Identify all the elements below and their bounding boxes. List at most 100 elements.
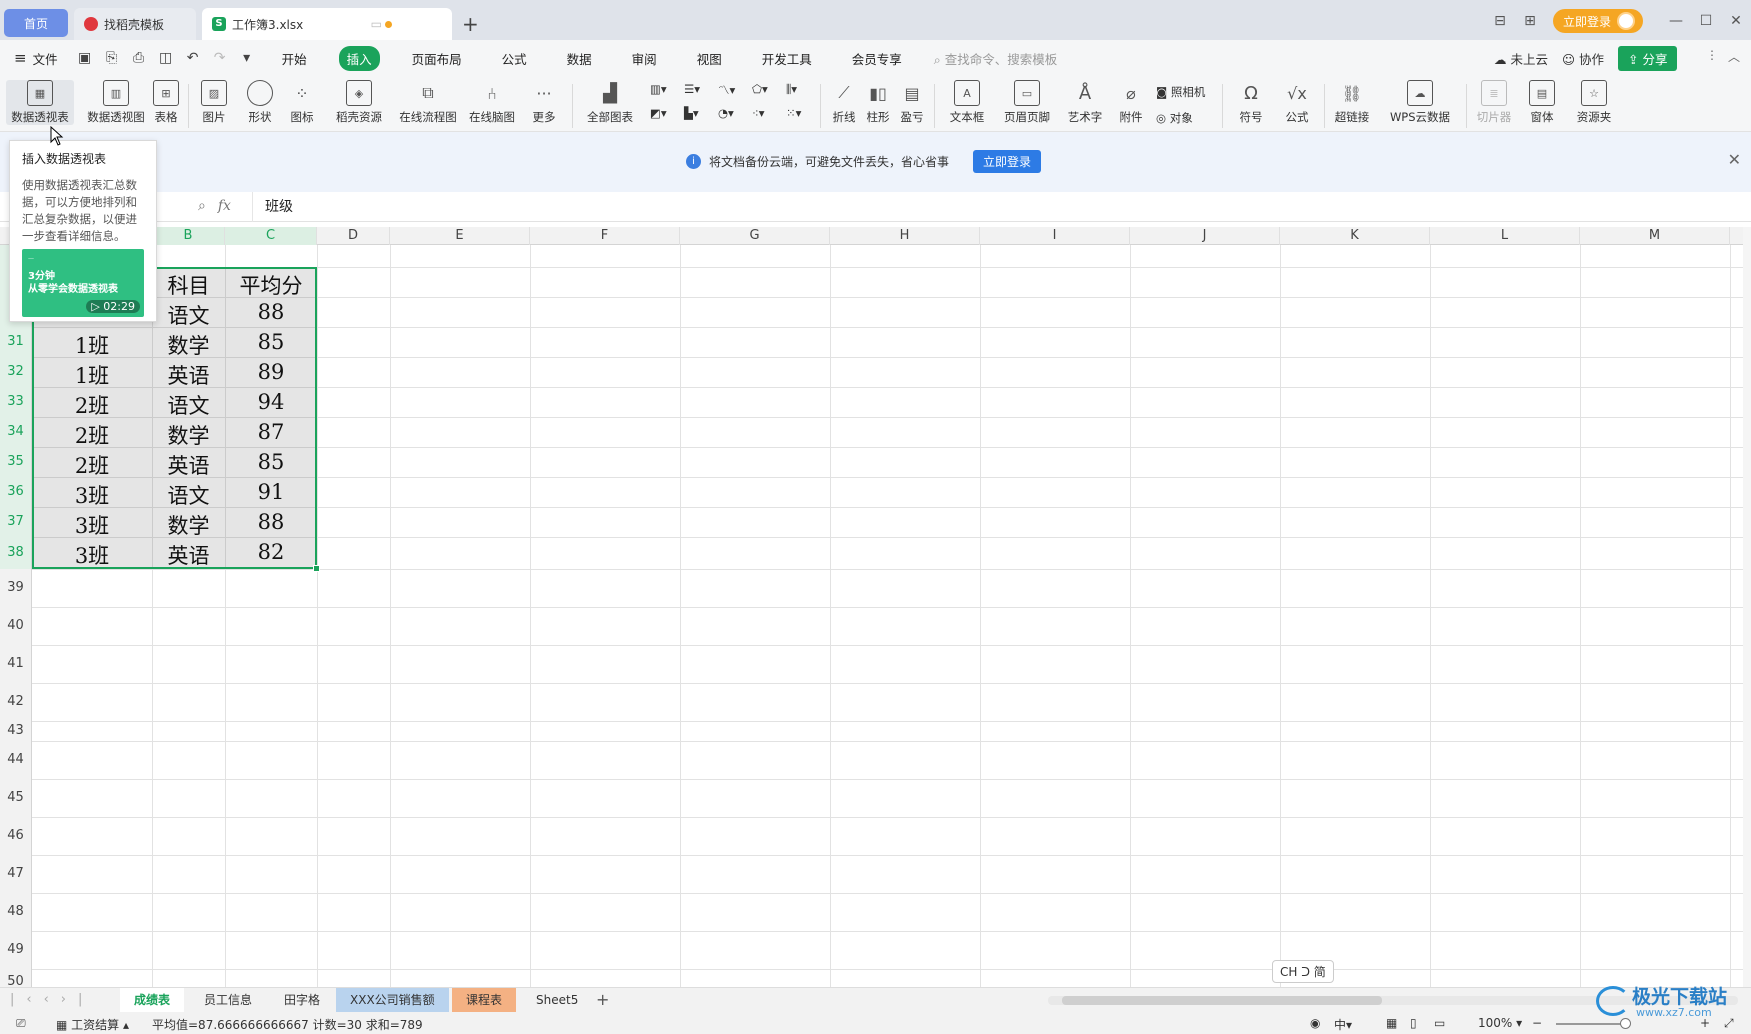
row-header[interactable]: 44 [0, 741, 32, 779]
table-cell[interactable]: 3班 [32, 540, 152, 570]
redo-icon[interactable]: ↷ [211, 49, 229, 67]
more-button[interactable]: ··· 更多 [526, 80, 562, 125]
symbol-button[interactable]: Ω 符号 [1232, 80, 1270, 125]
row-header[interactable]: 49 [0, 931, 32, 969]
fx-icon[interactable]: fx [218, 198, 231, 214]
table-cell[interactable]: 1班 [32, 330, 152, 360]
table-cell[interactable]: 85 [225, 330, 317, 354]
column-header-b[interactable]: B [152, 227, 225, 245]
row-header[interactable]: 35 [0, 447, 32, 477]
hamburger-icon[interactable]: ≡ [14, 49, 27, 67]
row-header[interactable]: 37 [0, 507, 32, 537]
bar-chart-h-icon[interactable]: ☰▾ [684, 82, 700, 96]
stock-chart-icon[interactable]: ⫼▾ [786, 82, 797, 97]
row-header[interactable]: 36 [0, 477, 32, 507]
table-cell[interactable]: 语文 [152, 300, 225, 330]
formula-input[interactable]: 班级 [252, 192, 1742, 222]
sparkline-line-button[interactable]: ⟋ 折线 [828, 80, 860, 125]
menu-developer[interactable]: 开发工具 [754, 46, 820, 71]
hyperlink-button[interactable]: ⛓ 超链接 [1332, 80, 1372, 125]
input-method-icon[interactable]: 中▾ [1334, 1016, 1352, 1033]
column-header-e[interactable]: E [390, 227, 530, 245]
sheet-nav-arrows-icon[interactable]: |‹‹›| [10, 992, 94, 1007]
table-cell[interactable]: 2班 [32, 450, 152, 480]
table-cell[interactable]: 2班 [32, 390, 152, 420]
table-cell[interactable]: 语文 [152, 480, 225, 510]
zoom-slider[interactable] [1556, 1023, 1628, 1025]
row-header[interactable]: 41 [0, 645, 32, 683]
wps-cloud-data-button[interactable]: ☁ WPS云数据 [1384, 80, 1456, 125]
table-button[interactable]: ⊞ 表格 [150, 80, 182, 125]
shape-button[interactable]: 形状 [242, 80, 278, 125]
add-sheet-icon[interactable]: + [596, 990, 609, 1009]
camera-button[interactable]: ◙ 照相机 [1156, 84, 1205, 100]
close-notice-icon[interactable]: ✕ [1728, 150, 1741, 169]
sparkline-winloss-button[interactable]: ▤ 盈亏 [898, 80, 926, 125]
radar-chart-icon[interactable]: ⬠▾ [752, 82, 768, 96]
collapse-ribbon-icon[interactable]: ︿ [1728, 48, 1740, 65]
row-header[interactable]: 43 [0, 721, 32, 741]
table-cell[interactable]: 88 [225, 510, 317, 534]
eye-protect-icon[interactable]: ◉ [1310, 1016, 1320, 1030]
calc-mode[interactable]: ▦ 工资结算 ▴ [56, 1016, 129, 1033]
login-button[interactable]: 立即登录 [1552, 9, 1643, 33]
online-mindmap-button[interactable]: ⑃ 在线脑图 [468, 80, 516, 125]
online-flowchart-button[interactable]: ⧉ 在线流程图 [398, 80, 458, 125]
macro-record-icon[interactable]: ⎚ [16, 1016, 26, 1031]
column-header-h[interactable]: H [830, 227, 980, 245]
picture-button[interactable]: ▨ 图片 [196, 80, 232, 125]
column-header-f[interactable]: F [530, 227, 680, 245]
table-cell[interactable]: 1班 [32, 360, 152, 390]
page-layout-view-icon[interactable]: ▯ [1410, 1016, 1417, 1030]
slicer-button[interactable]: ≣ 切片器 [1474, 80, 1514, 125]
cloud-status[interactable]: ☁ 未上云 [1494, 49, 1548, 68]
row-header[interactable]: 31 [0, 327, 32, 357]
row-header[interactable]: 33 [0, 387, 32, 417]
docer-resource-button[interactable]: ◈ 稻壳资源 [334, 80, 384, 125]
page-break-view-icon[interactable]: ▭ [1434, 1016, 1445, 1030]
sparkline-column-button[interactable]: ▮▯ 柱形 [864, 80, 892, 125]
tab-home[interactable]: 首页 [4, 9, 68, 37]
zoom-formula-icon[interactable]: ⌕ [198, 198, 206, 214]
all-charts-button[interactable]: ▟ 全部图表 [582, 80, 638, 125]
table-cell[interactable]: 89 [225, 360, 317, 384]
layout-icon[interactable]: ⊟ [1485, 13, 1515, 29]
menu-member[interactable]: 会员专享 [844, 46, 910, 71]
row-header[interactable]: 46 [0, 817, 32, 855]
wordart-button[interactable]: Å 艺术字 [1062, 80, 1108, 125]
table-cell[interactable]: 英语 [152, 360, 225, 390]
sheet-tab-grid[interactable]: 田字格 [270, 988, 334, 1012]
column-header-l[interactable]: L [1430, 227, 1580, 245]
normal-view-icon[interactable]: ▦ [1386, 1016, 1397, 1030]
area-chart-icon[interactable]: ◩▾ [650, 106, 667, 120]
fill-handle[interactable] [313, 565, 320, 572]
column-header-c[interactable]: C [225, 227, 317, 245]
cell-b-header[interactable]: 科目 [152, 270, 225, 300]
collab-button[interactable]: ☺ 协作 [1562, 49, 1604, 68]
menu-review[interactable]: 审阅 [624, 46, 665, 71]
selection-stats[interactable]: 平均值=87.666666666667 计数=30 求和=789 [152, 1016, 423, 1033]
table-cell[interactable]: 英语 [152, 450, 225, 480]
scatter-chart-icon[interactable]: ⁖▾ [752, 106, 765, 120]
minimize-icon[interactable]: — [1661, 13, 1691, 29]
table-cell[interactable]: 数学 [152, 330, 225, 360]
apps-grid-icon[interactable]: ⊞ [1515, 13, 1545, 29]
column-header-g[interactable]: G [680, 227, 830, 245]
row-header[interactable]: 38 [0, 537, 32, 569]
maximize-icon[interactable]: ☐ [1691, 13, 1721, 29]
sheet-tab-grades[interactable]: 成绩表 [120, 988, 185, 1012]
bubble-chart-icon[interactable]: ⁙▾ [786, 106, 801, 120]
more-vertical-icon[interactable]: ⋮ [1706, 48, 1718, 62]
table-cell[interactable]: 85 [225, 450, 317, 474]
pivot-chart-button[interactable]: ▥ 数据透视图 [82, 80, 150, 125]
notice-login-button[interactable]: 立即登录 [973, 150, 1042, 173]
vertical-scrollbar[interactable] [1743, 227, 1751, 987]
table-cell[interactable]: 87 [225, 420, 317, 444]
pie-chart-icon[interactable]: ◔▾ [718, 106, 734, 120]
column-chart-icon[interactable]: ▥▾ [650, 82, 667, 96]
form-button[interactable]: ▤ 窗体 [1524, 80, 1560, 125]
menu-start[interactable]: 开始 [274, 46, 315, 71]
table-cell[interactable]: 语文 [152, 390, 225, 420]
combo-chart-icon[interactable]: ▙▾ [684, 106, 699, 120]
column-header-i[interactable]: I [980, 227, 1130, 245]
